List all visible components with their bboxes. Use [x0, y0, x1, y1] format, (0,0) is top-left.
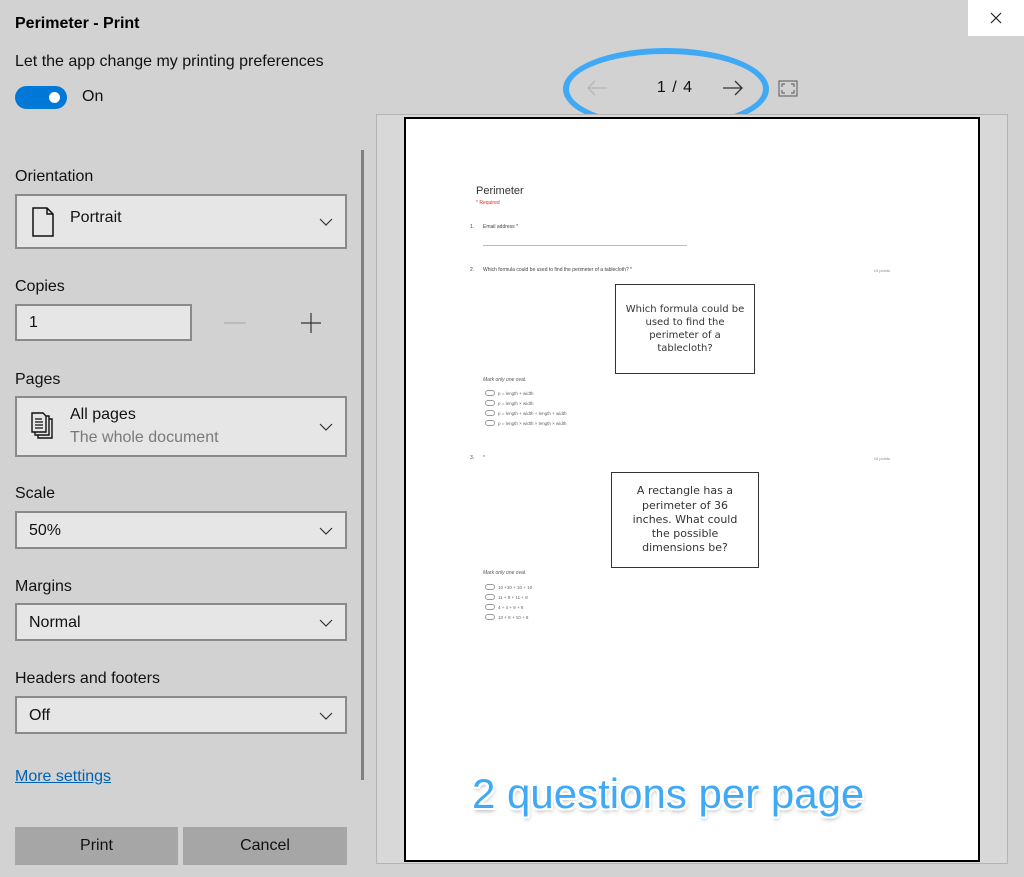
option-item: p = length × width [485, 400, 534, 406]
margins-value: Normal [29, 614, 81, 631]
settings-scrollbar[interactable] [361, 150, 364, 780]
pages-icon [31, 412, 53, 439]
radio-oval [485, 410, 495, 416]
radio-oval [485, 594, 495, 600]
answer-line [483, 245, 687, 246]
copies-input[interactable] [17, 306, 190, 339]
margins-select[interactable]: Normal [15, 603, 347, 641]
annotation-text: 2 questions per page [472, 770, 865, 817]
question-card: Which formula could be used to find the … [615, 284, 755, 374]
option-item: p = length + width + length + width [485, 410, 567, 416]
headers-footers-select[interactable]: Off [15, 696, 347, 734]
question-points: 10 points [873, 456, 890, 461]
mark-only-one-label: Mark only one oval. [483, 377, 527, 383]
increment-copies-button[interactable] [296, 310, 326, 336]
radio-oval [485, 400, 495, 406]
option-text: p = length × width × length × width [498, 420, 567, 426]
pages-value: All pages [70, 406, 136, 423]
window-title: Perimeter - Print [15, 15, 140, 32]
arrow-right-icon [723, 80, 743, 96]
copies-field[interactable] [15, 304, 192, 341]
preferences-label: Let the app change my printing preferenc… [15, 53, 324, 70]
option-item: 10 +10 + 10 + 10 [485, 584, 532, 590]
question-text: * [483, 455, 485, 461]
preferences-toggle[interactable] [15, 86, 67, 109]
option-text: 10 +10 + 10 + 10 [498, 584, 533, 590]
orientation-value: Portrait [70, 209, 122, 226]
headers-footers-label: Headers and footers [15, 670, 160, 687]
plus-icon [301, 313, 321, 333]
page-icon [32, 207, 54, 237]
more-settings-link[interactable]: More settings [15, 768, 111, 786]
pages-subtext: The whole document [70, 429, 219, 446]
question-number: 3. [470, 455, 475, 461]
decrement-copies-button[interactable] [220, 310, 250, 336]
close-button[interactable] [968, 0, 1024, 36]
option-text: p = length + width [498, 390, 534, 396]
mark-only-one-label: Mark only one oval. [483, 570, 527, 576]
print-button[interactable]: Print [15, 827, 178, 865]
toggle-state-label: On [82, 88, 104, 105]
required-note: * Required [476, 200, 500, 206]
question-points: 10 points [873, 268, 890, 273]
option-text: p = length + width + length + width [498, 410, 567, 416]
option-item: 11 + 8 + 11 + 8 [485, 594, 528, 600]
scale-select[interactable]: 50% [15, 511, 347, 549]
question-text: Which formula could be used to find the … [483, 267, 632, 273]
chevron-down-icon [319, 218, 333, 226]
radio-oval [485, 390, 495, 396]
orientation-select[interactable]: Portrait [15, 194, 347, 249]
scale-value: 50% [29, 522, 62, 539]
radio-oval [485, 614, 495, 620]
question-card: A rectangle has a perimeter of 36 inches… [611, 472, 759, 568]
fit-to-window-button[interactable] [778, 80, 798, 97]
headers-footers-value: Off [29, 707, 51, 724]
copies-label: Copies [15, 278, 65, 295]
chevron-down-icon [319, 619, 333, 627]
orientation-label: Orientation [15, 168, 94, 185]
option-item: p = length × width × length × width [485, 420, 567, 426]
option-text: 4 + 4 + 9 + 9 [498, 604, 524, 610]
option-item: 10 + 8 + 10 + 8 [485, 614, 528, 620]
radio-oval [485, 584, 495, 590]
pages-label: Pages [15, 371, 61, 388]
next-page-button[interactable] [721, 78, 745, 98]
chevron-down-icon [319, 712, 333, 720]
question-text: Email address * [483, 224, 519, 230]
document-title: Perimeter [476, 185, 524, 197]
margins-label: Margins [15, 578, 72, 595]
radio-oval [485, 604, 495, 610]
toggle-knob [49, 92, 60, 103]
minus-icon [224, 322, 246, 324]
close-icon [990, 12, 1002, 24]
pages-select[interactable]: All pages The whole document [15, 396, 347, 457]
radio-oval [485, 420, 495, 426]
chevron-down-icon [319, 423, 333, 431]
option-item: 4 + 4 + 9 + 9 [485, 604, 523, 610]
option-text: 10 + 8 + 10 + 8 [498, 614, 529, 620]
question-number: 1. [470, 224, 475, 230]
chevron-down-icon [319, 527, 333, 535]
preview-page: Perimeter * Required 1. Email address * … [404, 117, 980, 862]
scale-label: Scale [15, 485, 56, 502]
fit-to-window-icon [778, 80, 798, 97]
page-navigator: 1 / 4 [575, 72, 775, 106]
option-text: 11 + 8 + 11 + 8 [498, 594, 528, 600]
option-text: p = length × width [498, 400, 534, 406]
question-number: 2. [470, 267, 475, 273]
cancel-button[interactable]: Cancel [183, 827, 347, 865]
option-item: p = length + width [485, 390, 534, 396]
page-indicator: 1 / 4 [656, 79, 694, 96]
